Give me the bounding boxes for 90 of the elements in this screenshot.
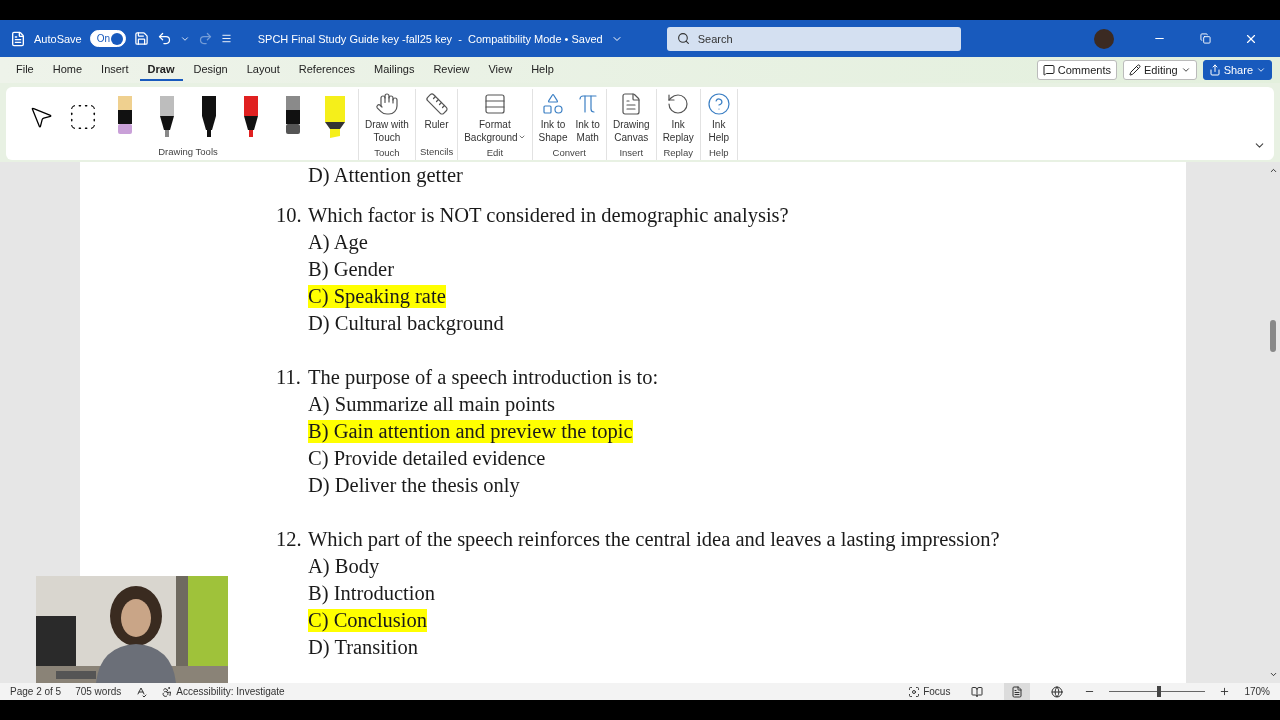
save-icon[interactable] (133, 31, 149, 46)
share-icon (1208, 64, 1221, 76)
focus-icon (908, 685, 921, 698)
proofing-icon[interactable] (135, 685, 148, 698)
word-count: 705 words (75, 686, 122, 697)
answer-option: B) Gain attention and preview the topic (308, 420, 633, 443)
scroll-down-icon[interactable] (1268, 670, 1278, 679)
answer-option: D) Cultural background (308, 312, 504, 335)
ribbon-button[interactable]: Ink Help (704, 89, 733, 147)
page-count: Page 2 of 5 (10, 686, 62, 697)
question-number: 12. (276, 528, 303, 551)
answer-option: C) Speaking rate (308, 285, 446, 308)
zoom-in-icon[interactable] (1219, 686, 1231, 697)
accessibility-status[interactable]: Accessibility: Investigate (161, 685, 285, 698)
restore-icon[interactable] (1199, 33, 1211, 44)
menu-tab[interactable]: Layout (238, 59, 288, 81)
ribbon-button[interactable]: Ink to Shape (536, 89, 570, 147)
focus-button[interactable]: Focus (908, 685, 951, 698)
caret-icon (1256, 65, 1266, 75)
menu-tab[interactable]: Mailings (366, 59, 423, 81)
ruler-icon (424, 92, 449, 116)
accessibility-icon (161, 685, 174, 698)
question-number: 11. (276, 366, 302, 389)
question-number: 10. (276, 204, 303, 227)
group-label: Edit (486, 147, 504, 160)
editing-button[interactable]: Editing (1123, 60, 1197, 80)
answer-option: A) Summarize all main points (308, 393, 556, 416)
customize-icon[interactable] (220, 33, 232, 44)
menu-tab[interactable]: View (480, 59, 521, 81)
menu-tab[interactable]: References (290, 59, 364, 81)
menu-tab[interactable]: Home (44, 59, 91, 81)
document-title: SPCH Final Study Guide key -fall25 key - Compatibility Mode • Saved (257, 32, 603, 45)
autosave-label: AutoSave (34, 32, 82, 45)
web-icon (1051, 685, 1064, 698)
replay-icon (666, 92, 691, 116)
menu-tab[interactable]: Help (523, 59, 562, 81)
ribbon-button[interactable]: Ink Replay (660, 89, 696, 147)
question-text: Which factor is NOT considered in demographic analysis? (308, 204, 789, 227)
group-label: Replay (663, 147, 693, 160)
hand-icon (374, 92, 399, 116)
question-text: The purpose of a speech introduction is to: (308, 366, 659, 389)
answer-option: C) Provide detailed evidence (308, 447, 546, 470)
menu-tab[interactable]: Insert (93, 59, 137, 81)
share-button[interactable]: Share (1202, 60, 1272, 80)
group-label: Help (709, 147, 729, 160)
pen-icon[interactable] (243, 96, 259, 138)
ribbon-button[interactable]: Drawing Canvas (610, 89, 652, 147)
ribbon-button[interactable]: Ruler (422, 89, 451, 134)
answer-option: D) Transition (308, 636, 418, 659)
group-label: Convert (552, 147, 586, 160)
help-icon (706, 92, 731, 116)
menu-tab[interactable]: File (8, 59, 42, 81)
pencil-icon (1129, 64, 1141, 76)
comments-button[interactable]: Comments (1036, 60, 1117, 80)
answer-option: D) Attention getter (308, 164, 463, 187)
ribbon-button[interactable]: Ink to Math (573, 89, 602, 147)
highlighter-icon[interactable] (324, 96, 346, 138)
menu-tab[interactable]: Review (425, 59, 478, 81)
table-icon (482, 92, 507, 116)
book-icon (971, 685, 984, 698)
answer-option: B) Gender (308, 258, 394, 281)
answer-option: A) Body (308, 555, 380, 578)
search-icon (676, 32, 690, 45)
scrollbar-thumb[interactable] (1270, 320, 1276, 352)
scroll-up-icon[interactable] (1268, 166, 1278, 175)
ribbon-button[interactable]: Format Background (462, 89, 528, 147)
answer-option: D) Deliver the thesis only (308, 474, 520, 497)
answer-option: A) Age (308, 231, 368, 254)
answer-option: C) Conclusion (308, 609, 428, 632)
search-field[interactable]: Search (666, 26, 961, 51)
undo-icon[interactable] (156, 31, 172, 46)
shapes-icon (541, 92, 565, 116)
group-label: Drawing Tools (158, 146, 218, 159)
menu-tab[interactable]: Design (185, 59, 236, 81)
group-label: Stencils (419, 146, 454, 159)
menu-tab[interactable]: Draw (139, 59, 183, 81)
group-label: Touch (374, 147, 400, 160)
autosave-toggle[interactable]: On (89, 30, 126, 47)
answer-option: B) Introduction (308, 582, 435, 605)
zoom-level: 170% (1244, 686, 1270, 697)
ribbon-button[interactable]: Draw with Touch (363, 89, 411, 147)
question-text: Which part of the speech reinforces the central idea and leaves a lasting impression? (308, 528, 1000, 551)
caret-icon (1180, 65, 1191, 75)
pen-icon[interactable] (201, 96, 217, 138)
zoom-thumb[interactable] (1157, 686, 1162, 697)
comment-icon (1042, 64, 1055, 76)
group-label: Insert (619, 147, 644, 160)
page-icon (1011, 685, 1024, 698)
view-button[interactable] (1004, 683, 1031, 700)
pen-icon[interactable] (159, 96, 175, 138)
